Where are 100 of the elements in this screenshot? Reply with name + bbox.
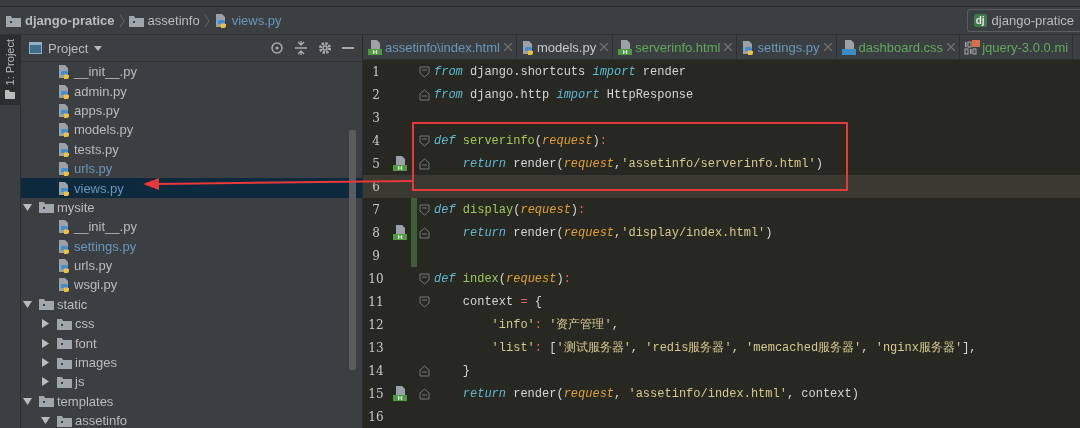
folder-item[interactable]: font — [21, 333, 362, 353]
folder-item[interactable]: js — [21, 372, 362, 392]
expanded-arrow-icon[interactable] — [23, 299, 32, 309]
css-file-icon — [840, 39, 857, 55]
file-name: tests.py — [74, 141, 119, 157]
file-item[interactable]: admin.py — [21, 81, 362, 101]
file-item[interactable]: wsgi.py — [21, 275, 362, 295]
code-line: return render(request,'display/index.html') — [461, 225, 773, 240]
locate-icon[interactable] — [270, 41, 284, 55]
project-tool-tab[interactable]: 1: Project — [0, 35, 20, 106]
editor-tab[interactable]: serverinfo.html — [613, 35, 738, 59]
python-file-icon — [57, 238, 71, 254]
code-line: 'info': '资产管理', — [490, 317, 619, 333]
breadcrumb-item[interactable]: assetinfo — [128, 13, 200, 28]
file-item[interactable]: apps.py — [21, 100, 362, 121]
expanded-arrow-icon[interactable] — [23, 396, 32, 406]
close-icon[interactable] — [823, 43, 832, 51]
python-file-icon — [520, 39, 535, 55]
file-name: admin.py — [74, 83, 127, 99]
fold-icon[interactable] — [418, 272, 430, 285]
js-file-icon — [964, 39, 981, 55]
editor-tab[interactable]: jquery-3.0.0.mi — [960, 35, 1074, 59]
change-marker[interactable] — [411, 244, 417, 267]
collapse-all-icon[interactable] — [294, 41, 308, 55]
collapsed-arrow-icon[interactable] — [41, 377, 50, 387]
file-name: views.py — [74, 180, 124, 196]
code-line: from django.http import HttpResponse — [434, 87, 694, 102]
close-icon[interactable] — [600, 43, 609, 51]
file-name: static — [57, 296, 88, 312]
run-configuration[interactable]: dj django-pratice — [966, 9, 1080, 32]
expanded-arrow-icon[interactable] — [41, 416, 50, 426]
window-icon — [29, 42, 42, 54]
folder-icon — [5, 90, 15, 100]
scrollbar[interactable] — [349, 130, 356, 370]
file-item[interactable]: models.py — [21, 120, 362, 140]
editor-tab[interactable]: models.py — [516, 35, 614, 59]
python-file-icon — [213, 13, 228, 28]
chevron-icon — [203, 13, 210, 28]
file-item[interactable]: __init__.py — [21, 62, 362, 82]
settings-icon[interactable] — [318, 41, 332, 55]
fold-icon[interactable] — [418, 134, 430, 147]
python-file-icon — [57, 102, 71, 118]
file-item[interactable]: __init__.py — [21, 217, 362, 237]
python-file-icon — [57, 258, 71, 274]
folder-item[interactable]: images — [21, 352, 362, 373]
folder-item[interactable]: assetinfo — [21, 411, 362, 428]
line-number: 5 — [371, 156, 381, 171]
collapsed-arrow-icon[interactable] — [41, 319, 50, 329]
code-line: def serverinfo(request): — [434, 133, 607, 148]
folder-item[interactable]: static — [21, 294, 362, 315]
file-name: apps.py — [74, 102, 120, 118]
close-icon[interactable] — [724, 43, 733, 51]
file-name: font — [75, 335, 97, 351]
close-icon[interactable] — [947, 43, 956, 51]
file-name: js — [75, 374, 85, 390]
expanded-arrow-icon[interactable] — [23, 202, 32, 212]
folder-icon — [39, 298, 54, 311]
change-marker[interactable] — [411, 198, 417, 221]
code-line: return render(request,'assetinfo/serverinfo.html') — [461, 156, 823, 171]
code-line: def index(request): — [434, 271, 571, 286]
fold-icon[interactable] — [418, 226, 430, 239]
editor-tab[interactable]: dashboard.css — [836, 35, 961, 59]
file-item[interactable]: tests.py — [21, 139, 362, 159]
python-file-icon — [57, 219, 71, 235]
fold-icon[interactable] — [418, 203, 430, 216]
line-number: 11 — [367, 294, 385, 309]
file-name: mysite — [57, 199, 95, 215]
collapsed-arrow-icon[interactable] — [41, 358, 50, 368]
code-line: return render(request, 'assetinfo/index.html', context) — [461, 386, 859, 401]
folder-icon — [57, 317, 72, 330]
python-file-icon — [57, 122, 71, 138]
fold-icon[interactable] — [418, 88, 430, 101]
file-item[interactable]: urls.py — [21, 255, 362, 276]
file-item[interactable]: settings.py — [21, 236, 362, 256]
line-number: 2 — [371, 87, 381, 102]
project-view-dropdown[interactable]: Project — [29, 40, 103, 56]
folder-item[interactable]: mysite — [21, 197, 362, 218]
breadcrumb-item[interactable]: django-pratice — [6, 13, 115, 28]
fold-icon[interactable] — [418, 65, 430, 78]
file-name: settings.py — [74, 238, 137, 254]
python-file-icon — [741, 39, 756, 55]
minimize-icon[interactable] — [342, 46, 354, 50]
close-icon[interactable] — [503, 43, 512, 51]
file-name: urls.py — [74, 161, 113, 177]
code-line: context = { — [461, 294, 543, 309]
file-item[interactable]: views.py — [21, 178, 362, 198]
file-name: assetinfo — [75, 413, 128, 428]
fold-icon[interactable] — [418, 387, 430, 400]
fold-icon[interactable] — [418, 364, 430, 377]
folder-item[interactable]: templates — [21, 391, 362, 412]
fold-icon[interactable] — [418, 295, 430, 308]
collapsed-arrow-icon[interactable] — [41, 338, 50, 348]
file-item[interactable]: urls.py — [21, 158, 362, 179]
editor-tab[interactable]: settings.py — [737, 35, 837, 59]
breadcrumb-item[interactable]: views.py — [213, 13, 282, 28]
line-number: 3 — [371, 110, 381, 125]
editor-tab[interactable]: assetinfo\index.html — [363, 35, 517, 59]
folder-item[interactable]: css — [21, 314, 362, 334]
line-number: 15 — [367, 386, 385, 401]
fold-icon[interactable] — [418, 157, 430, 170]
